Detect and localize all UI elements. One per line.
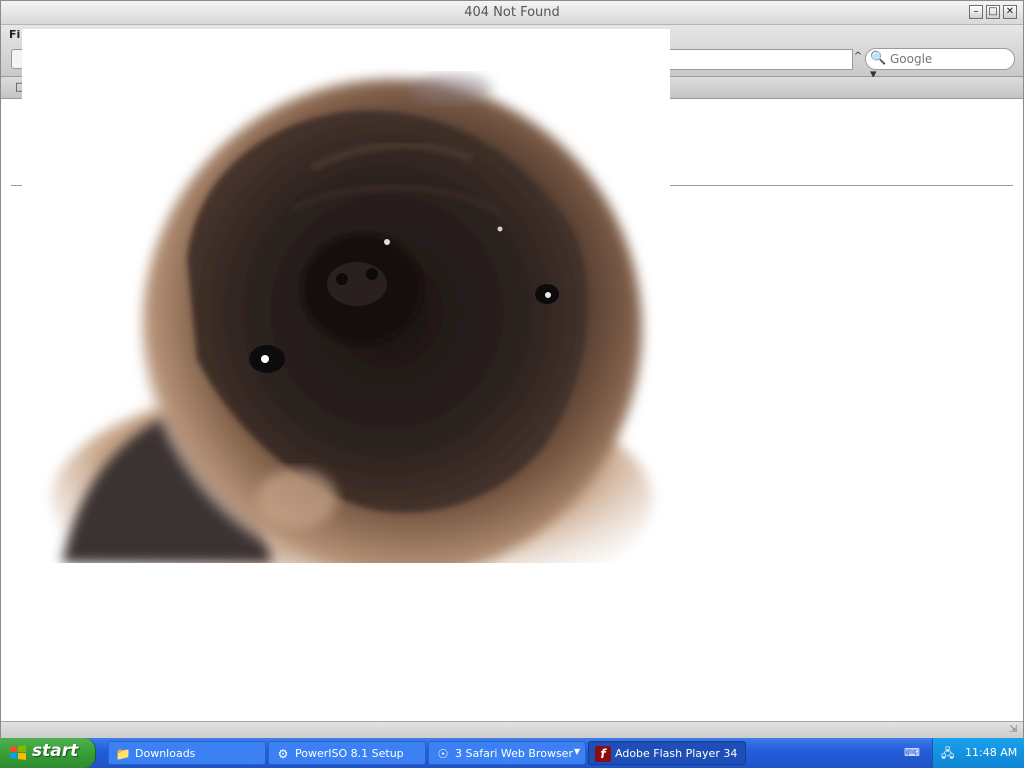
menu-file[interactable]: Fi <box>9 28 20 41</box>
title-bar[interactable]: 404 Not Found – □ ✕ <box>1 1 1023 25</box>
address-dropdown-icon[interactable]: ^ <box>853 51 863 62</box>
keyboard-icon[interactable]: ⌨ <box>904 745 920 761</box>
start-label: start <box>32 741 79 761</box>
flash-icon: f <box>595 746 611 762</box>
clock[interactable]: 11:48 AM <box>965 746 1017 759</box>
task-label: 3 Safari Web Browser <box>455 747 573 760</box>
window-title: 404 Not Found <box>464 5 560 20</box>
search-icon: 🔍▾ <box>870 51 887 82</box>
safari-icon: ☉ <box>437 747 449 761</box>
resize-grip-icon[interactable]: ⇲ <box>1009 724 1021 736</box>
window-controls: – □ ✕ <box>969 5 1017 19</box>
pug-dog-image <box>52 74 652 563</box>
flash-player-window[interactable] <box>22 29 670 563</box>
status-bar: ⇲ <box>1 721 1023 738</box>
folder-icon: 📁 <box>115 747 131 761</box>
close-button[interactable]: ✕ <box>1003 5 1017 19</box>
setup-icon: ⚙ <box>277 747 289 761</box>
windows-logo-icon <box>10 745 26 760</box>
start-button[interactable]: start <box>0 738 96 768</box>
taskbar-item-flash[interactable]: f Adobe Flash Player 34 <box>588 741 746 765</box>
network-icon[interactable]: 🖧 <box>941 745 957 761</box>
group-dropdown-icon[interactable]: ▼ <box>574 747 580 756</box>
search-input[interactable] <box>890 51 1008 67</box>
search-field[interactable]: 🔍▾ <box>865 48 1015 82</box>
system-tray: 🖧 11:48 AM <box>932 738 1024 768</box>
taskbar: start 📁 Downloads ⚙ PowerISO 8.1 Setup ☉… <box>0 738 1024 768</box>
task-label: PowerISO 8.1 Setup <box>295 747 404 760</box>
taskbar-item-poweriso[interactable]: ⚙ PowerISO 8.1 Setup <box>268 741 426 765</box>
minimize-button[interactable]: – <box>969 5 983 19</box>
task-label: Adobe Flash Player 34 <box>615 747 738 760</box>
maximize-button[interactable]: □ <box>986 5 1000 19</box>
taskbar-item-safari[interactable]: ☉ 3 Safari Web Browser ▼ <box>428 741 586 765</box>
task-label: Downloads <box>135 747 196 760</box>
taskbar-item-downloads[interactable]: 📁 Downloads <box>108 741 266 765</box>
